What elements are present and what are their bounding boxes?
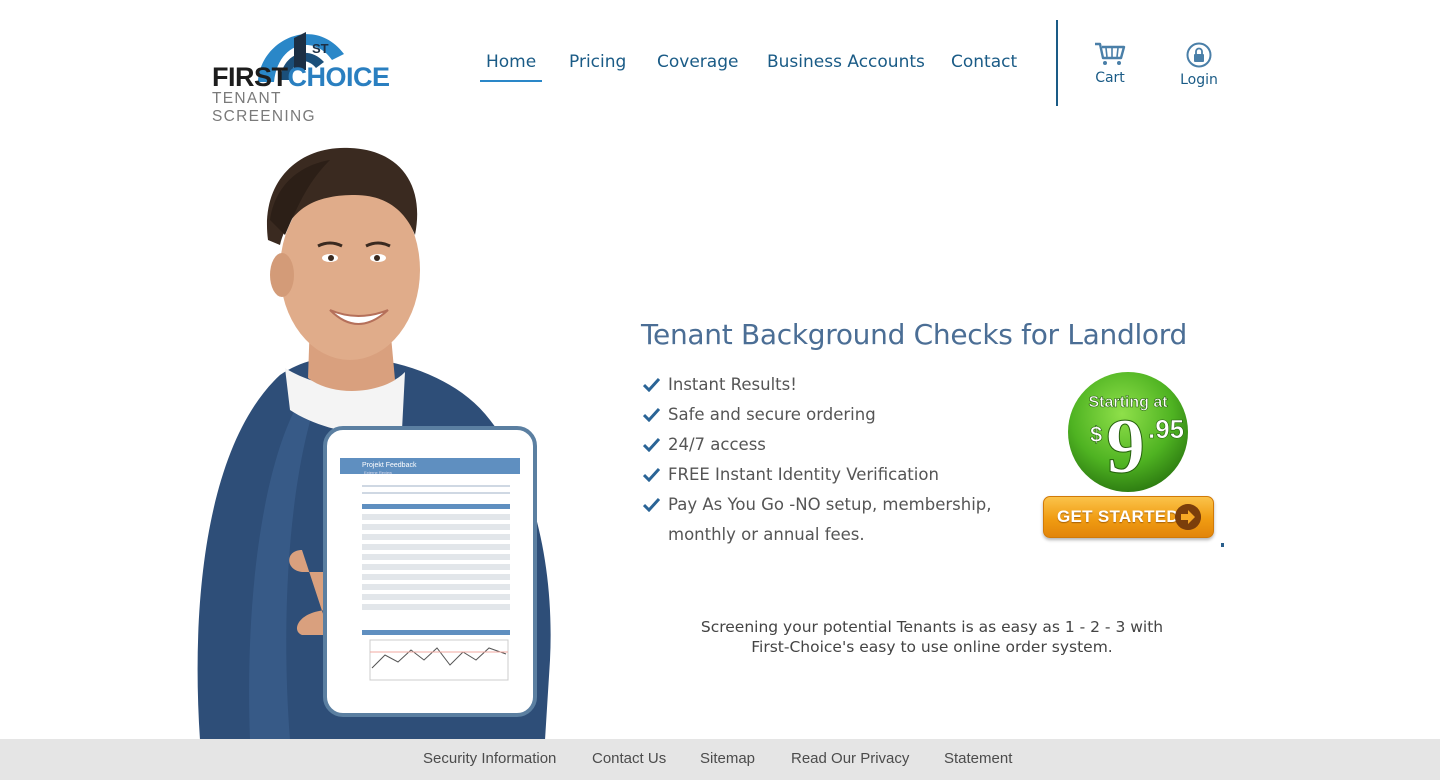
nav-divider	[1056, 20, 1058, 106]
feature-item: Instant Results!	[642, 370, 1002, 400]
feature-list: Instant Results! Safe and secure orderin…	[642, 370, 1002, 550]
feature-item: 24/7 access	[642, 430, 1002, 460]
svg-text:ST: ST	[312, 41, 329, 56]
site-footer: Security Information Contact Us Sitemap …	[0, 739, 1440, 780]
hero-person-image: Projekt Feedback Externe Review	[197, 147, 551, 740]
svg-text:9: 9	[1106, 402, 1145, 489]
get-started-button[interactable]: GET STARTED	[1043, 496, 1214, 538]
feature-item: FREE Instant Identity Verification	[642, 460, 1002, 490]
checkmark-icon	[643, 498, 660, 512]
nav-coverage[interactable]: Coverage	[657, 52, 738, 72]
cart-button[interactable]: Cart	[1080, 42, 1140, 86]
logo-wordmark: FIRSTCHOICE	[212, 62, 390, 92]
decorative-dot	[1221, 543, 1224, 547]
svg-text:$: $	[1090, 422, 1102, 447]
svg-text:Projekt Feedback: Projekt Feedback	[362, 462, 417, 469]
footer-link-sitemap[interactable]: Sitemap	[700, 750, 755, 767]
checkmark-icon	[643, 468, 660, 482]
tagline: Screening your potential Tenants is as e…	[700, 618, 1164, 656]
footer-link-statement[interactable]: Statement	[944, 750, 1012, 767]
nav-contact[interactable]: Contact	[951, 52, 1017, 72]
footer-link-security[interactable]: Security Information	[423, 750, 556, 767]
lock-icon	[1186, 42, 1212, 68]
checkmark-icon	[643, 438, 660, 452]
login-label: Login	[1180, 72, 1218, 88]
page-headline: Tenant Background Checks for Landlord	[641, 318, 1187, 351]
svg-text:.95: .95	[1148, 414, 1184, 444]
checkmark-icon	[643, 408, 660, 422]
svg-text:Externe Review: Externe Review	[364, 470, 392, 475]
feature-item: Pay As You Go -NO setup, membership, mon…	[642, 490, 1002, 550]
nav-home[interactable]: Home	[480, 52, 543, 82]
nav-pricing[interactable]: Pricing	[569, 52, 626, 72]
footer-link-contact[interactable]: Contact Us	[592, 750, 666, 767]
logo-subtitle: TENANT SCREENING	[212, 90, 316, 125]
login-button[interactable]: Login	[1169, 42, 1229, 88]
get-started-label: GET STARTED	[1057, 507, 1179, 526]
nav-business-accounts[interactable]: Business Accounts	[767, 52, 925, 72]
footer-link-privacy[interactable]: Read Our Privacy	[791, 750, 909, 767]
site-logo[interactable]: ST FIRSTCHOICE TENANT SCREENING	[210, 18, 390, 125]
price-badge: Starting at $ 9 .95	[1068, 372, 1188, 492]
cart-label: Cart	[1095, 70, 1125, 86]
feature-item: Safe and secure ordering	[642, 400, 1002, 430]
cart-icon	[1095, 42, 1126, 65]
checkmark-icon	[643, 378, 660, 392]
arrow-right-icon	[1175, 504, 1201, 530]
